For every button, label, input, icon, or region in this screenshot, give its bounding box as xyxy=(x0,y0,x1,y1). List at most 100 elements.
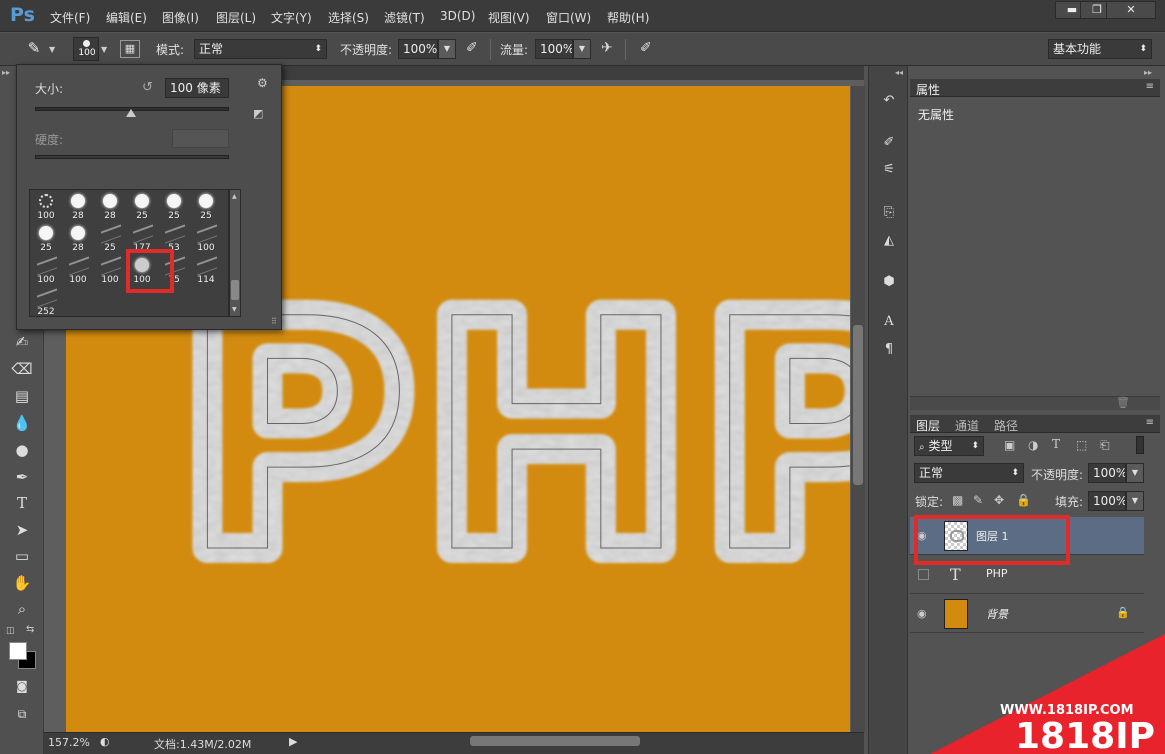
reset-size-icon[interactable]: ↺ xyxy=(142,80,153,95)
brush-preset-cell[interactable]: 100 xyxy=(190,224,222,256)
airbrush-icon[interactable]: ✈ xyxy=(601,40,613,56)
tab-properties[interactable]: 属性 xyxy=(916,81,940,98)
filter-toggle-switch[interactable] xyxy=(1136,436,1144,454)
new-preset-icon[interactable]: ◩ xyxy=(253,107,263,120)
status-menu-arrow-icon[interactable]: ▶ xyxy=(289,735,297,748)
brush-preset-cell[interactable]: 28 xyxy=(62,192,94,224)
filter-adjust-icon[interactable]: ◑ xyxy=(1028,438,1038,452)
dodge-icon[interactable]: ● xyxy=(8,438,36,462)
clone-source-icon[interactable]: ⎘ xyxy=(878,202,900,224)
tab-channels[interactable]: 通道 xyxy=(955,417,979,434)
character-panel-icon[interactable]: A xyxy=(878,311,900,333)
brush-preset-cell[interactable]: 28 xyxy=(62,224,94,256)
flow-input[interactable]: 100% xyxy=(535,39,573,59)
size-slider-handle[interactable] xyxy=(126,109,136,117)
tool-preset-dropdown-icon[interactable]: ▼ xyxy=(49,45,55,54)
layer-filter-select[interactable]: ⌕ 类型 ⬍ xyxy=(914,436,984,456)
brush-preset-cell[interactable]: 25 xyxy=(190,192,222,224)
menu-image[interactable]: 图像(I) xyxy=(162,9,199,26)
opacity-input[interactable]: 100% xyxy=(398,39,438,59)
opacity-dropdown-icon[interactable]: ▼ xyxy=(438,39,456,59)
workspace-select[interactable]: 基本功能 ⬍ xyxy=(1048,39,1152,59)
filter-pixel-icon[interactable]: ▣ xyxy=(1004,438,1015,452)
expand-panels-icon[interactable]: ▸▸ xyxy=(1144,68,1152,77)
menu-file[interactable]: 文件(F) xyxy=(50,9,90,26)
scroll-up-icon[interactable]: ▲ xyxy=(232,193,237,200)
paragraph-panel-icon[interactable]: ¶ xyxy=(878,339,900,361)
hand-icon[interactable]: ✋ xyxy=(8,571,36,595)
menu-filter[interactable]: 滤镜(T) xyxy=(384,9,425,26)
brush-preset-cell[interactable]: 252 xyxy=(30,288,62,320)
brush-preset-cell[interactable]: 114 xyxy=(190,256,222,288)
default-colors-icon[interactable]: ◫ xyxy=(6,626,15,636)
horizontal-scroll-thumb[interactable] xyxy=(470,736,640,746)
scroll-down-icon[interactable]: ▼ xyxy=(232,306,237,313)
layer-row-background[interactable]: ◉ 背景 🔒 xyxy=(910,595,1144,633)
lock-image-icon[interactable]: ✎ xyxy=(973,493,983,507)
tool-presets-icon[interactable]: ◭ xyxy=(878,230,900,252)
zoom-icon[interactable]: ⌕ xyxy=(8,597,36,621)
brush-preset-cell[interactable]: 25 xyxy=(94,224,126,256)
quick-mask-icon[interactable]: ◙ xyxy=(8,674,36,698)
menu-view[interactable]: 视图(V) xyxy=(488,9,530,26)
foreground-color-swatch[interactable] xyxy=(9,642,27,660)
close-button[interactable]: ✕ xyxy=(1106,1,1156,19)
filter-shape-icon[interactable]: ⬚ xyxy=(1076,438,1087,452)
brush-preset-cell[interactable]: 100 xyxy=(30,192,62,224)
menu-edit[interactable]: 编辑(E) xyxy=(106,9,147,26)
collapse-toolbar-icon[interactable]: ▸▸ xyxy=(2,68,10,77)
lock-all-icon[interactable]: 🔒 xyxy=(1016,493,1031,507)
menu-3d[interactable]: 3D(D) xyxy=(440,9,475,23)
menu-window[interactable]: 窗口(W) xyxy=(546,9,591,26)
brush-preset-cell[interactable]: 25 xyxy=(126,192,158,224)
filter-smart-icon[interactable]: ⎗ xyxy=(1100,438,1110,453)
filter-type-icon[interactable]: T xyxy=(1052,437,1060,451)
rectangle-icon[interactable]: ▭ xyxy=(8,544,36,568)
brush-panel-toggle-icon[interactable]: ▦ xyxy=(120,40,140,58)
brush-preset-cell[interactable]: 100 xyxy=(94,256,126,288)
menu-help[interactable]: 帮助(H) xyxy=(607,9,649,26)
status-info-icon[interactable]: ◐ xyxy=(100,735,110,748)
fill-dropdown-icon[interactable]: ▼ xyxy=(1126,491,1144,511)
brush-preset-cell[interactable]: 25 xyxy=(30,224,62,256)
brush-panel-icon[interactable]: ✐ xyxy=(878,132,900,154)
menu-select[interactable]: 选择(S) xyxy=(328,9,369,26)
fill-input[interactable]: 100% xyxy=(1088,491,1126,511)
vertical-scroll-thumb[interactable] xyxy=(853,325,863,485)
blur-icon[interactable]: 💧 xyxy=(8,411,36,435)
tab-layers[interactable]: 图层 xyxy=(916,417,940,434)
resize-grip-icon[interactable]: ⠿ xyxy=(271,317,277,326)
presets-scrollbar[interactable]: ▲ ▼ xyxy=(229,189,241,317)
layer-opacity-input[interactable]: 100% xyxy=(1088,463,1126,483)
layer-opacity-dropdown-icon[interactable]: ▼ xyxy=(1126,463,1144,483)
brush-preset-cell[interactable]: 100 xyxy=(30,256,62,288)
menu-layer[interactable]: 图层(L) xyxy=(216,9,256,26)
menu-type[interactable]: 文字(Y) xyxy=(271,9,312,26)
layer-name[interactable]: PHP xyxy=(986,567,1008,580)
size-input[interactable]: 100 像素 xyxy=(165,78,229,98)
layer-name[interactable]: 背景 xyxy=(986,606,1008,622)
properties-menu-icon[interactable]: ≡ xyxy=(1146,81,1154,92)
panel-settings-icon[interactable]: ⚙ xyxy=(257,76,268,90)
brush-tool-icon[interactable]: ✎ xyxy=(22,39,46,59)
collapse-dock-icon[interactable]: ◂◂ xyxy=(895,68,903,77)
history-panel-icon[interactable]: ↶ xyxy=(878,90,900,112)
presets-scroll-thumb[interactable] xyxy=(231,280,239,300)
brush-preset-cell[interactable]: 25 xyxy=(158,192,190,224)
tab-paths[interactable]: 路径 xyxy=(994,417,1018,434)
layer-blend-select[interactable]: 正常 ⬍ xyxy=(914,463,1024,483)
lock-position-icon[interactable]: ✥ xyxy=(994,493,1004,507)
zoom-level[interactable]: 157.2% xyxy=(48,736,90,749)
pressure-size-icon[interactable]: ✐ xyxy=(640,40,652,56)
swap-colors-icon[interactable]: ⇆ xyxy=(26,624,34,635)
flow-dropdown-icon[interactable]: ▼ xyxy=(573,39,591,59)
path-select-icon[interactable]: ➤ xyxy=(8,518,36,542)
type-tool-icon[interactable]: T xyxy=(8,491,36,515)
pressure-opacity-icon[interactable]: ✐ xyxy=(466,40,478,56)
properties-trash-icon[interactable]: 🗑 xyxy=(1116,396,1130,409)
3d-panel-icon[interactable]: ⬢ xyxy=(878,271,900,293)
brush-preset-cell[interactable]: 100 xyxy=(62,256,94,288)
screen-mode-icon[interactable]: ⧉ xyxy=(8,702,36,726)
gradient-icon[interactable]: ▤ xyxy=(8,384,36,408)
hidden-visibility-box[interactable] xyxy=(918,569,929,580)
